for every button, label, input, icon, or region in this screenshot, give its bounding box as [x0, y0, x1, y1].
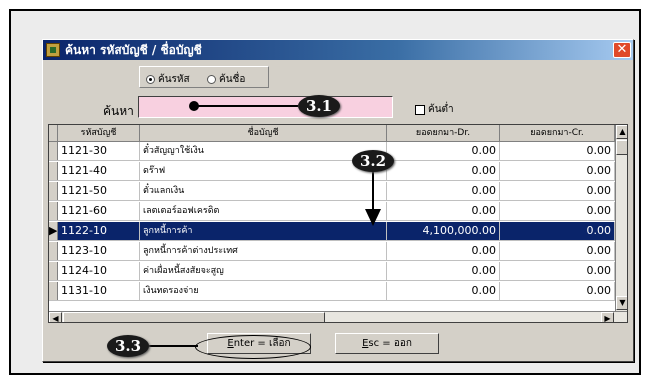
cell-name: ตั๋วสัญญาใช้เงิน	[140, 142, 387, 160]
checkbox-label: ค้นต่ำ	[428, 104, 454, 115]
column-header-code[interactable]: รหัสบัญชี	[58, 125, 140, 142]
table-row[interactable]: 1121-30 ตั๋วสัญญาใช้เงิน 0.00 0.00	[49, 142, 615, 161]
cell-cr: 0.00	[500, 242, 615, 260]
exit-button-label: sc = ออก	[368, 338, 412, 349]
cell-dr: 0.00	[387, 182, 500, 200]
cell-dr: 0.00	[387, 262, 500, 280]
cell-code: 1121-30	[58, 142, 140, 160]
cell-code: 1121-40	[58, 162, 140, 180]
cell-code: 1124-10	[58, 262, 140, 280]
table-row[interactable]: 1123-10 ลูกหนี้การค้าต่างประเทศ 0.00 0.0…	[49, 242, 615, 261]
cell-dr: 0.00	[387, 202, 500, 220]
horizontal-scrollbar[interactable]: ◀ ▶	[49, 311, 627, 322]
grid-header: รหัสบัญชี ชื่อบัญชี ยอดยกมา-Dr. ยอดยกมา-…	[49, 125, 627, 142]
search-account-dialog: ค้นหา รหัสบัญชี / ชื่อบัญชี ✕ ค้นรหัส ค้…	[42, 39, 634, 362]
exit-button[interactable]: Esc = ออก	[335, 333, 439, 354]
column-header-dr[interactable]: ยอดยกมา-Dr.	[387, 125, 500, 142]
scroll-right-icon[interactable]: ▶	[601, 312, 614, 322]
callout-3-2: 3.2	[352, 150, 394, 172]
cell-cr: 0.00	[500, 262, 615, 280]
cell-cr: 0.00	[500, 222, 615, 240]
vertical-scroll-thumb[interactable]	[616, 140, 627, 155]
table-row[interactable]: 1124-10 ค่าเผื่อหนี้สงสัยจะสูญ 0.00 0.00	[49, 262, 615, 281]
column-header-cr[interactable]: ยอดยกมา-Cr.	[500, 125, 615, 142]
account-grid[interactable]: รหัสบัญชี ชื่อบัญชี ยอดยกมา-Dr. ยอดยกมา-…	[48, 124, 628, 323]
scroll-down-icon[interactable]: ▼	[616, 296, 627, 310]
cell-name: เงินทดรองจ่าย	[140, 282, 387, 300]
scroll-left-icon[interactable]: ◀	[49, 312, 62, 322]
cell-dr: 0.00	[387, 242, 500, 260]
cell-code: 1122-10	[58, 222, 140, 240]
callout-3-1: 3.1	[298, 95, 340, 117]
cell-code: 1121-60	[58, 202, 140, 220]
cell-name: เลตเตอร์ออฟเครดิต	[140, 202, 387, 220]
radio-label: ค้นรหัส	[158, 74, 190, 85]
close-button[interactable]: ✕	[613, 42, 631, 58]
title-bar: ค้นหา รหัสบัญชี / ชื่อบัญชี ✕	[43, 40, 633, 60]
row-indicator	[49, 162, 58, 180]
cell-cr: 0.00	[500, 182, 615, 200]
cell-dr: 4,100,000.00	[387, 222, 500, 240]
cell-code: 1131-10	[58, 282, 140, 300]
cell-dr: 0.00	[387, 162, 500, 180]
radio-search-by-code[interactable]: ค้นรหัส	[146, 72, 190, 87]
enter-button-highlight	[195, 335, 311, 359]
search-label: ค้นหา	[103, 104, 134, 118]
table-row-selected[interactable]: ▶ 1122-10 ลูกหนี้การค้า 4,100,000.00 0.0…	[49, 222, 615, 241]
cell-name: ลูกหนี้การค้าต่างประเทศ	[140, 242, 387, 260]
radio-search-by-name[interactable]: ค้นชื่อ	[207, 72, 245, 87]
radio-label: ค้นชื่อ	[219, 74, 246, 85]
row-indicator	[49, 142, 58, 160]
row-pointer-icon: ▶	[49, 222, 58, 240]
cell-dr: 0.00	[387, 282, 500, 300]
table-row[interactable]: 1121-60 เลตเตอร์ออฟเครดิต 0.00 0.00	[49, 202, 615, 221]
search-input[interactable]	[138, 96, 393, 118]
cell-cr: 0.00	[500, 282, 615, 300]
cell-name: ค่าเผื่อหนี้สงสัยจะสูญ	[140, 262, 387, 280]
app-icon	[46, 43, 60, 57]
window-title: ค้นหา รหัสบัญชี / ชื่อบัญชี	[65, 43, 202, 57]
table-row[interactable]: 1131-10 เงินทดรองจ่าย 0.00 0.00	[49, 282, 615, 301]
horizontal-scroll-thumb[interactable]	[63, 312, 325, 322]
search-low-checkbox[interactable]: ค้นต่ำ	[415, 102, 454, 117]
radio-selected-icon	[146, 75, 155, 84]
cell-code: 1121-50	[58, 182, 140, 200]
row-indicator	[49, 182, 58, 200]
cell-dr: 0.00	[387, 142, 500, 160]
vertical-scrollbar[interactable]: ▲ ▼	[615, 125, 627, 311]
search-mode-group: ค้นรหัส ค้นชื่อ	[139, 66, 269, 88]
cell-cr: 0.00	[500, 162, 615, 180]
header-indicator	[49, 125, 58, 142]
callout-3-3: 3.3	[107, 335, 149, 357]
cell-code: 1123-10	[58, 242, 140, 260]
cell-name: ลูกหนี้การค้า	[140, 222, 387, 240]
column-header-name[interactable]: ชื่อบัญชี	[140, 125, 387, 142]
cell-name: ตั๋วแลกเงิน	[140, 182, 387, 200]
row-indicator	[49, 202, 58, 220]
table-row[interactable]: 1121-40 ดร๊าฟ 0.00 0.00	[49, 162, 615, 181]
row-indicator	[49, 242, 58, 260]
cell-cr: 0.00	[500, 142, 615, 160]
cell-cr: 0.00	[500, 202, 615, 220]
checkbox-icon	[415, 104, 425, 115]
table-row[interactable]: 1121-50 ตั๋วแลกเงิน 0.00 0.00	[49, 182, 615, 201]
cell-name: ดร๊าฟ	[140, 162, 387, 180]
radio-unselected-icon	[207, 75, 216, 84]
row-indicator	[49, 262, 58, 280]
row-indicator	[49, 282, 58, 300]
scroll-up-icon[interactable]: ▲	[616, 125, 627, 139]
